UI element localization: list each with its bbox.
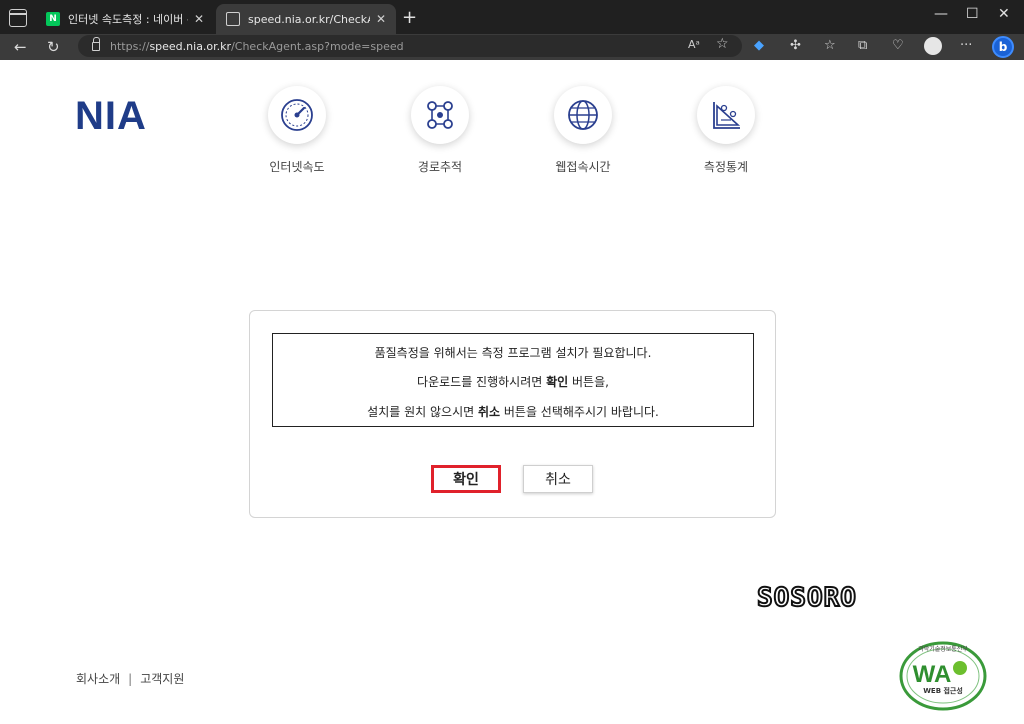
extensions-puzzle-icon[interactable]: ✣: [790, 38, 801, 53]
menu-route-trace[interactable]: 경로추적: [385, 86, 495, 175]
footer-separator: |: [128, 672, 133, 686]
browser-essentials-icon[interactable]: ♡: [892, 38, 904, 53]
close-icon[interactable]: ✕: [194, 12, 204, 26]
cancel-button[interactable]: 취소: [523, 465, 593, 493]
naver-icon: N: [46, 12, 60, 26]
menu-internet-speed[interactable]: 인터넷속도: [242, 86, 352, 175]
speedometer-icon: [268, 86, 326, 144]
globe-icon: [554, 86, 612, 144]
tab-title: speed.nia.or.kr/CheckAgent.asp?m: [248, 12, 370, 26]
tab-naver[interactable]: N 인터넷 속도측정 : 네이버 통합검 ✕: [36, 4, 214, 34]
message-box: 품질측정을 위해서는 측정 프로그램 설치가 필요합니다. 다운로드를 진행하시…: [272, 333, 754, 427]
refresh-icon[interactable]: ↻: [47, 37, 60, 57]
install-confirm-dialog: 품질측정을 위해서는 측정 프로그램 설치가 필요합니다. 다운로드를 진행하시…: [249, 310, 776, 518]
footer-links: 회사소개 | 고객지원: [76, 670, 184, 687]
message-line-2: 다운로드를 진행하시려면 확인 버튼을,: [417, 375, 609, 389]
minimize-icon[interactable]: —: [934, 6, 948, 22]
page-icon: [226, 12, 240, 26]
collections-icon[interactable]: ⧉: [858, 38, 867, 53]
message-line-3: 설치를 원치 않으시면 취소 버튼을 선택해주시기 바랍니다.: [367, 405, 659, 419]
bing-copilot-icon[interactable]: b: [992, 36, 1014, 58]
menu-label: 웹접속시간: [555, 160, 611, 174]
close-icon[interactable]: ✕: [376, 12, 386, 26]
route-icon: [411, 86, 469, 144]
menu-label: 인터넷속도: [269, 160, 325, 174]
menu-web-access-time[interactable]: 웹접속시간: [528, 86, 638, 175]
back-icon[interactable]: ←: [14, 37, 27, 57]
tab-speed-nia[interactable]: speed.nia.or.kr/CheckAgent.asp?m ✕: [216, 4, 396, 34]
statistics-icon: [697, 86, 755, 144]
more-options-icon[interactable]: ···: [960, 38, 972, 53]
menu-label: 경로추적: [417, 160, 463, 174]
browser-title-bar: N 인터넷 속도측정 : 네이버 통합검 ✕ speed.nia.or.kr/C…: [0, 0, 1024, 34]
message-line-1: 품질측정을 위해서는 측정 프로그램 설치가 필요합니다.: [374, 346, 652, 360]
favorite-star-icon[interactable]: ☆: [716, 36, 729, 52]
menu-label: 측정통계: [703, 160, 749, 174]
close-window-icon[interactable]: ✕: [998, 6, 1010, 22]
read-aloud-icon[interactable]: Aᵃ: [688, 38, 700, 51]
lock-icon[interactable]: [92, 36, 100, 51]
watermark-text: SOSORO: [756, 582, 857, 614]
menu-statistics[interactable]: 측정통계: [671, 86, 781, 175]
new-tab-button[interactable]: +: [402, 7, 417, 28]
url-text: https://speed.nia.or.kr/CheckAgent.asp?m…: [110, 39, 404, 53]
favorites-icon[interactable]: ☆: [824, 38, 836, 53]
address-bar[interactable]: https://speed.nia.or.kr/CheckAgent.asp?m…: [78, 35, 742, 57]
extension-icon[interactable]: ◆: [754, 38, 764, 53]
profile-avatar[interactable]: [924, 37, 942, 55]
maximize-icon[interactable]: ☐: [966, 6, 979, 22]
badge-top-text: 과학기술정보통신부: [918, 645, 968, 653]
confirm-button[interactable]: 확인: [431, 465, 501, 493]
footer-link-about[interactable]: 회사소개: [76, 672, 120, 686]
web-page: NIA 인터넷속도 경로추적 웹접속시간 측정통계 품질측정을 위해서는 측정 …: [0, 60, 1024, 724]
badge-sub-text: WEB 접근성: [923, 686, 963, 695]
badge-wa-text: WA: [913, 661, 952, 688]
tab-title: 인터넷 속도측정 : 네이버 통합검: [68, 13, 188, 26]
address-toolbar: ← ↻ https://speed.nia.or.kr/CheckAgent.a…: [0, 34, 1024, 60]
nia-logo[interactable]: NIA: [75, 94, 147, 139]
web-accessibility-badge[interactable]: 과학기술정보통신부 WA WEB 접근성: [898, 638, 988, 712]
footer-link-support[interactable]: 고객지원: [140, 672, 184, 686]
tab-actions-icon[interactable]: [9, 9, 27, 27]
